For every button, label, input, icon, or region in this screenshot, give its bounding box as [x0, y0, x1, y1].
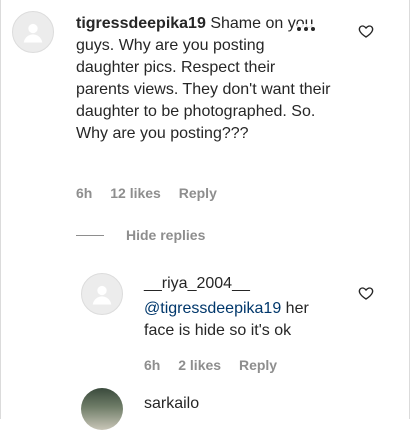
comment-username[interactable]: tigressdeepika19 — [76, 15, 206, 32]
next-reply-username[interactable]: sarkailo — [144, 393, 199, 415]
comment-time[interactable]: 6h — [76, 185, 92, 201]
heart-outline-icon — [358, 287, 374, 300]
comment-text: Shame on you guys. Why are you posting d… — [76, 15, 331, 142]
default-avatar-icon — [92, 285, 112, 305]
avatar[interactable] — [12, 11, 54, 53]
default-avatar-icon — [23, 23, 43, 43]
comment-reply-button[interactable]: Reply — [179, 185, 217, 201]
reply-mention[interactable]: @tigressdeepika19 — [144, 300, 281, 317]
reply-reply-button[interactable]: Reply — [239, 357, 277, 373]
replies-divider — [76, 235, 104, 236]
reply-time[interactable]: 6h — [144, 357, 160, 373]
reply-avatar[interactable] — [81, 273, 123, 315]
hide-replies-button[interactable]: Hide replies — [126, 227, 205, 243]
comment-body: tigressdeepika19 Shame on you guys. Why … — [76, 13, 331, 145]
comment-meta: 6h 12 likes Reply — [76, 185, 231, 201]
reply-likes[interactable]: 2 likes — [178, 357, 221, 373]
more-dots-icon — [297, 27, 315, 31]
more-options-button[interactable] — [297, 24, 319, 34]
heart-outline-icon — [358, 25, 374, 38]
like-comment-button[interactable] — [358, 23, 374, 44]
comment-likes[interactable]: 12 likes — [110, 185, 161, 201]
reply-meta: 6h 2 likes Reply — [144, 357, 291, 373]
next-reply-avatar[interactable] — [81, 388, 123, 430]
reply-body: @tigressdeepika19 her face is hide so it… — [144, 298, 319, 342]
reply-username[interactable]: __riya_2004__ — [144, 273, 250, 295]
like-reply-button[interactable] — [358, 285, 374, 306]
